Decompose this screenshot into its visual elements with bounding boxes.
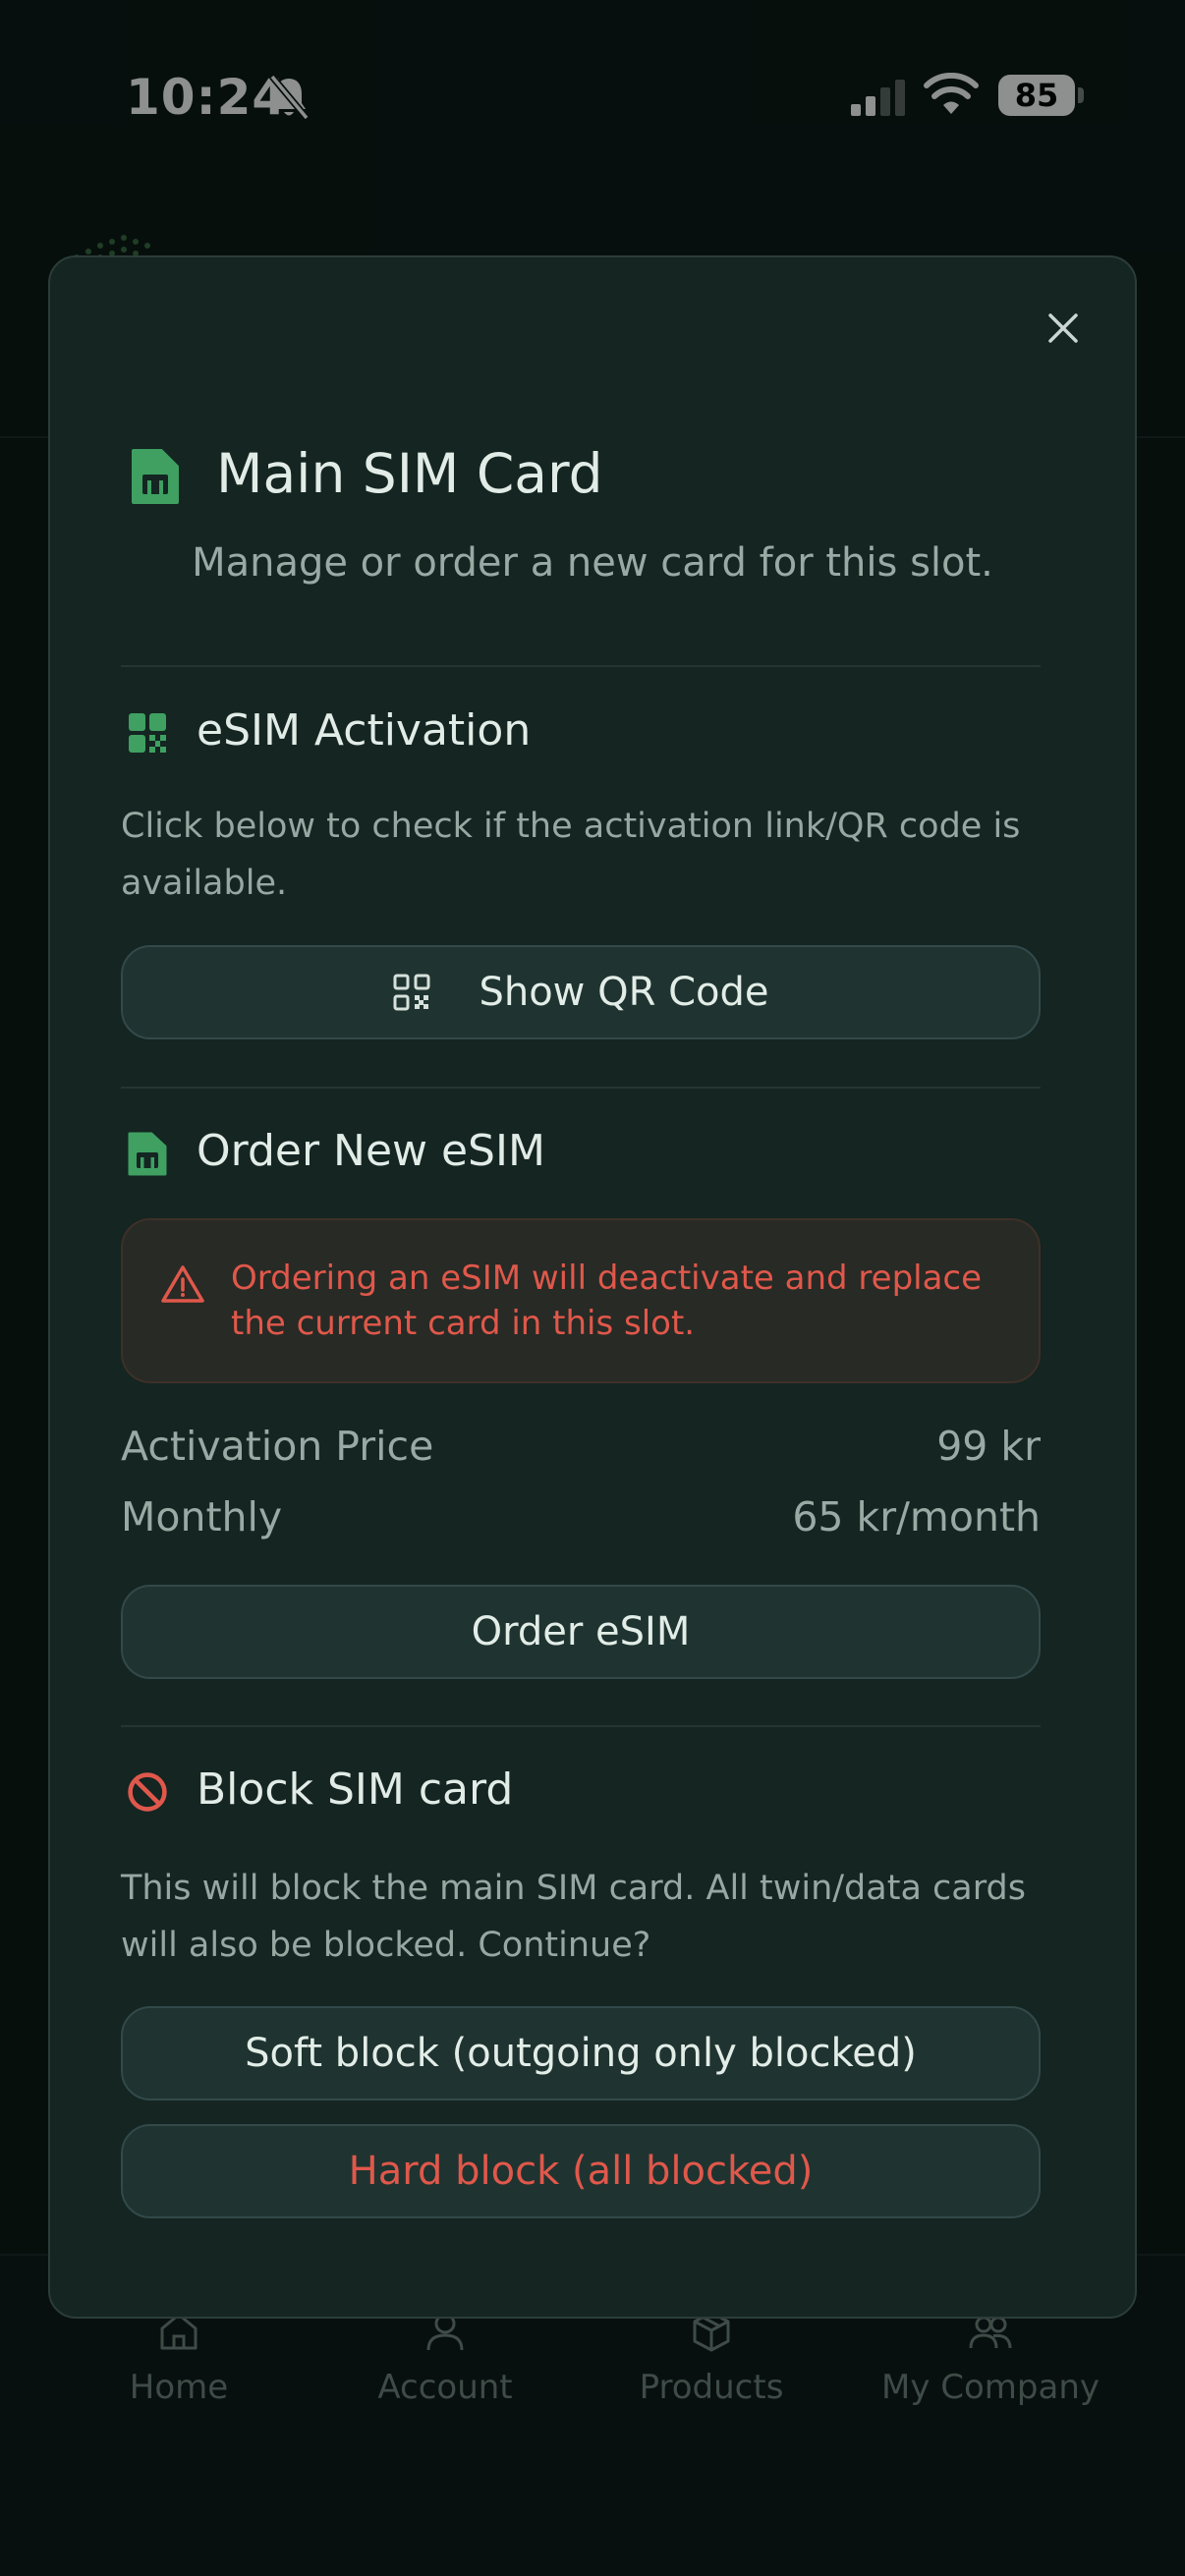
activation-price-label: Activation Price: [121, 1423, 434, 1470]
soft-block-button[interactable]: Soft block (outgoing only blocked): [121, 2006, 1041, 2100]
close-icon: [1048, 313, 1078, 343]
block-sim-description: This will block the main SIM card. All t…: [121, 1869, 1026, 1965]
esim-activation-title: eSIM Activation: [197, 705, 532, 756]
modal-title: Main SIM Card: [216, 442, 603, 505]
block-sim-title: Block SIM card: [197, 1764, 514, 1815]
show-qr-code-label: Show QR Code: [479, 970, 769, 1015]
activation-price-value: 99 kr: [936, 1423, 1041, 1470]
hard-block-button[interactable]: Hard block (all blocked): [121, 2124, 1041, 2218]
warning-text: Ordering an eSIM will deactivate and rep…: [231, 1259, 983, 1343]
warning-alert: Ordering an eSIM will deactivate and rep…: [121, 1218, 1041, 1383]
divider: [121, 1087, 1041, 1089]
order-esim-label: Order eSIM: [471, 1609, 691, 1654]
show-qr-code-button[interactable]: Show QR Code: [121, 945, 1041, 1039]
soft-block-label: Soft block (outgoing only blocked): [245, 2031, 917, 2076]
hard-block-label: Hard block (all blocked): [348, 2149, 814, 2194]
order-esim-button[interactable]: Order eSIM: [121, 1585, 1041, 1679]
qr-code-icon: [393, 974, 430, 1011]
divider: [121, 1725, 1041, 1727]
qr-code-icon: [129, 713, 166, 753]
divider: [121, 665, 1041, 667]
block-icon: [128, 1772, 167, 1812]
order-esim-title: Order New eSIM: [197, 1126, 545, 1176]
esim-activation-description: Click below to check if the activation l…: [121, 807, 1021, 903]
sim-card-icon: [132, 449, 179, 504]
close-button[interactable]: [1034, 303, 1093, 354]
sim-card-icon: [128, 1132, 167, 1176]
modal-subtitle: Manage or order a new card for this slot…: [192, 540, 993, 586]
warning-triangle-icon: [161, 1265, 204, 1303]
monthly-price-label: Monthly: [121, 1493, 283, 1540]
monthly-price-value: 65 kr/month: [792, 1493, 1041, 1540]
